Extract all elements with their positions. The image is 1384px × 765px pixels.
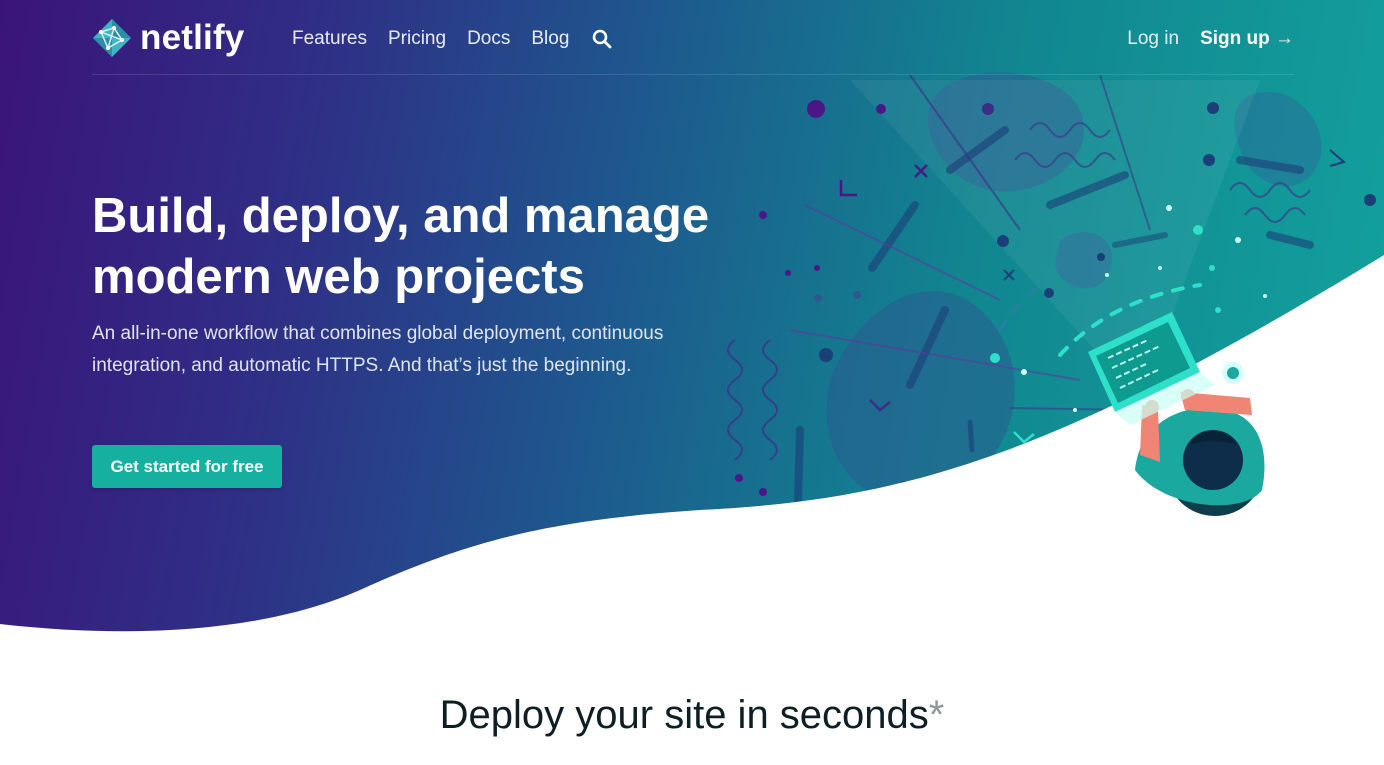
auth-nav: Log in Sign up → bbox=[1127, 28, 1294, 50]
login-link[interactable]: Log in bbox=[1127, 28, 1179, 50]
section-title-asterisk: * bbox=[928, 693, 945, 737]
get-started-button[interactable]: Get started for free bbox=[92, 445, 282, 488]
nav-link-pricing[interactable]: Pricing bbox=[388, 28, 446, 50]
hero-subtext: An all-in-one workflow that combines glo… bbox=[92, 323, 664, 376]
signup-link[interactable]: Sign up → bbox=[1200, 28, 1294, 50]
section-title-text: Deploy your site in seconds bbox=[439, 693, 929, 737]
nav-link-docs[interactable]: Docs bbox=[467, 28, 510, 50]
nav-link-features[interactable]: Features bbox=[292, 28, 367, 50]
primary-nav: Features Pricing Docs Blog bbox=[292, 28, 612, 50]
top-navbar: netlify Features Pricing Docs Blog Log i… bbox=[92, 0, 1294, 75]
brand-name: netlify bbox=[140, 18, 245, 57]
section-title: Deploy your site in seconds* bbox=[0, 693, 1384, 738]
search-icon[interactable] bbox=[592, 29, 612, 49]
netlify-logo[interactable]: netlify bbox=[92, 18, 244, 58]
netlify-logo-icon bbox=[93, 19, 131, 57]
nav-link-blog[interactable]: Blog bbox=[531, 28, 569, 50]
hero-headline: Build, deploy, and manage modern web pro… bbox=[92, 189, 710, 304]
